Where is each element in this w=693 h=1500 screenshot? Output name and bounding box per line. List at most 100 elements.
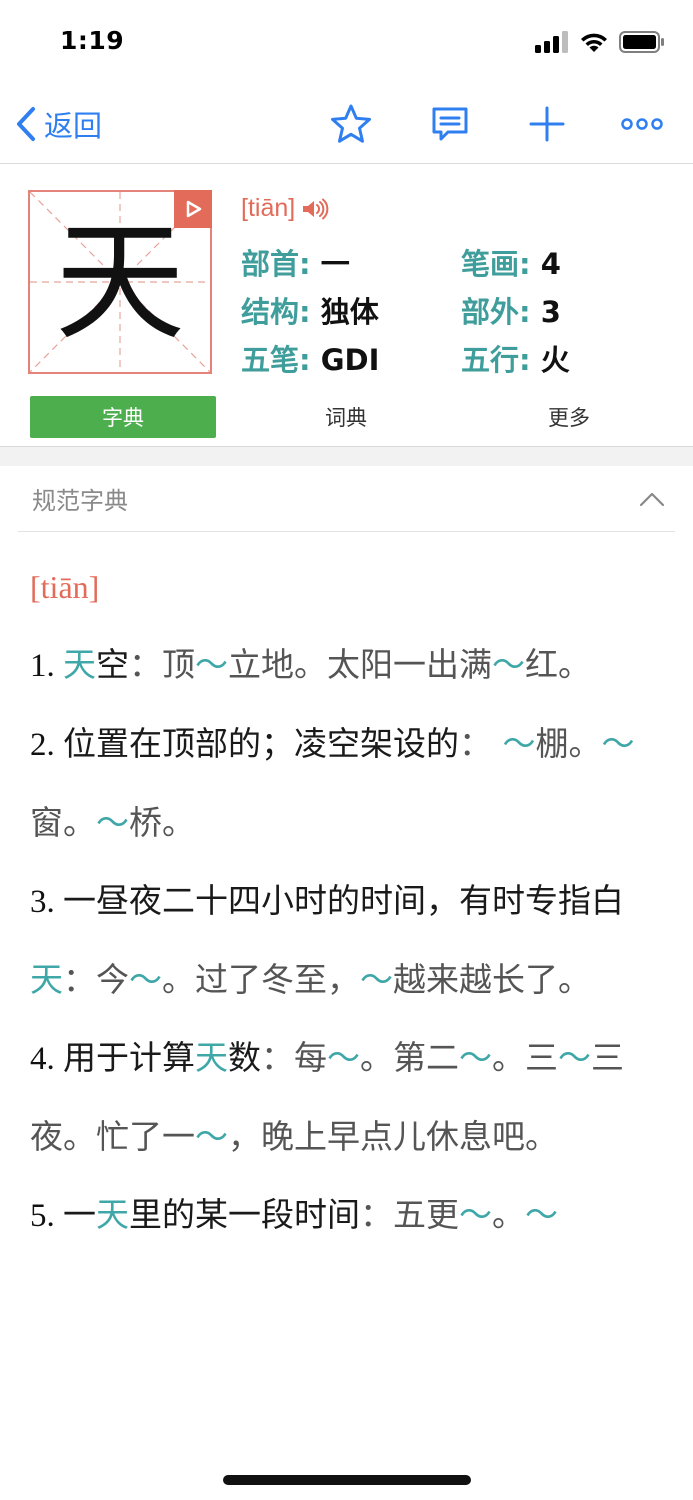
definition-text: 里的某一段时间 [129, 1195, 360, 1234]
status-bar: 1:19 [0, 0, 693, 86]
highlight-text: ～ [459, 1038, 492, 1077]
highlight-text: 天 [63, 645, 96, 684]
highlight-text: 天 [96, 1195, 129, 1234]
highlight-text: ～ [525, 1195, 558, 1234]
definition-list: 1. 天空：顶～立地。太阳一出满～红。 2. 位置在顶部的；凌空架设的： ～棚。～… [30, 626, 670, 1255]
definition-item: 4. 用于计算天数：每～。第二～。三～三夜。忙了一～，晚上早点儿休息吧。 [30, 1019, 670, 1176]
definition-text: 窗。 [30, 803, 96, 842]
character-box[interactable]: 天 [28, 190, 212, 374]
highlight-text: ～ [327, 1038, 360, 1077]
definition-text: 越来越长了。 [393, 960, 591, 999]
character-panel: 天 [tiān] 部首: 一 笔画: 4 结构: 独体 部外: 3 五笔: GD… [0, 164, 693, 446]
definition-text: 数 [228, 1038, 261, 1077]
definition-text: 空 [96, 645, 129, 684]
definition-text: 红。 [525, 645, 591, 684]
info-row: 结构: 独体 部外: 3 [241, 286, 681, 334]
tab-zidian[interactable]: 字典 [30, 396, 216, 438]
definition-text: 。三 [492, 1038, 558, 1077]
highlight-text: 天 [30, 960, 63, 999]
definition-text: 用于计算 [63, 1038, 195, 1077]
definition-text: 。过了冬至， [162, 960, 360, 999]
definition-text: ： [360, 1195, 393, 1234]
tab-more[interactable]: 更多 [476, 396, 662, 438]
entry-pinyin: [tiān] [30, 569, 100, 605]
info-structure: 结构: 独体 [241, 295, 379, 329]
character-info-grid: 部首: 一 笔画: 4 结构: 独体 部外: 3 五笔: GDI 五行: 火 [241, 238, 681, 382]
definition-content: [tiān] 1. 天空：顶～立地。太阳一出满～红。 2. 位置在顶部的；凌空架设… [30, 548, 670, 1255]
definition-text: 每 [294, 1038, 327, 1077]
info-row: 部首: 一 笔画: 4 [241, 238, 681, 286]
back-button[interactable]: 返回 [14, 104, 102, 144]
info-strokes: 笔画: 4 [461, 247, 561, 281]
plus-icon [529, 106, 565, 142]
definition-text: ： [261, 1038, 294, 1077]
info-radical: 部首: 一 [241, 247, 350, 281]
definition-text: 顶 [162, 645, 195, 684]
definition-item: 3. 一昼夜二十四小时的时间，有时专指白天：今～。过了冬至，～越来越长了。 [30, 862, 670, 1019]
speaker-icon[interactable] [301, 198, 329, 220]
definition-item: 2. 位置在顶部的；凌空架设的： ～棚。～窗。～桥。 [30, 705, 670, 862]
highlight-text: ～ [558, 1038, 591, 1077]
highlight-text: ～ [459, 1195, 492, 1234]
definition-text: 立地。太阳一出满 [228, 645, 492, 684]
star-icon [331, 104, 371, 143]
definition-text: 。 [492, 1195, 525, 1234]
play-stroke-button[interactable] [174, 190, 212, 228]
info-wuxing: 五行: 火 [461, 343, 570, 377]
definition-item: 5. 一天里的某一段时间：五更～。～ [30, 1176, 670, 1255]
definition-text: ： [459, 724, 492, 763]
chevron-up-icon[interactable] [639, 491, 665, 507]
definition-text: 。第二 [360, 1038, 459, 1077]
definition-number: 4. [30, 1041, 63, 1077]
chevron-left-icon [17, 107, 35, 141]
back-label: 返回 [44, 109, 103, 143]
definition-number: 3. [30, 884, 63, 920]
info-row: 五笔: GDI 五行: 火 [241, 334, 681, 382]
pinyin-text: [tiān] [241, 194, 296, 222]
definition-text: ，晚上早点儿休息吧。 [228, 1117, 558, 1156]
info-extra-strokes: 部外: 3 [461, 295, 561, 329]
dictionary-tabs: 字典 词典 更多 [30, 396, 670, 438]
definition-text: 今 [96, 960, 129, 999]
comment-button[interactable] [428, 102, 472, 146]
highlight-text: ～ [492, 645, 525, 684]
definition-number: 2. [30, 727, 63, 763]
highlight-text: ～ [96, 803, 129, 842]
highlight-text: ～ [601, 724, 635, 763]
info-wubi: 五笔: GDI [241, 343, 380, 377]
status-icons [535, 31, 665, 53]
definition-text: 棚。 [535, 724, 602, 763]
more-dots-icon [621, 118, 663, 130]
definition-text: 桥。 [129, 803, 195, 842]
highlight-text: ～ [360, 960, 393, 999]
definition-number: 5. [30, 1198, 63, 1234]
play-icon [186, 200, 202, 218]
pinyin-row: [tiān] [241, 194, 329, 223]
section-title: 规范字典 [32, 487, 128, 515]
battery-icon [619, 31, 664, 53]
favorite-button[interactable] [329, 102, 373, 146]
cellular-signal-icon [535, 31, 568, 53]
definition-text: 一昼夜二十四小时的时间，有时专指白 [63, 881, 624, 920]
definition-number: 1. [30, 648, 63, 684]
highlight-text: ～ [195, 1117, 228, 1156]
definition-text: ： [129, 645, 162, 684]
section-divider [0, 446, 693, 466]
definition-text: 一 [63, 1195, 96, 1234]
add-button[interactable] [525, 102, 569, 146]
tab-cidian[interactable]: 词典 [253, 396, 439, 438]
home-indicator [223, 1475, 471, 1485]
definition-text: 位置在顶部的；凌空架设的 [63, 724, 459, 763]
definition-text: 五更 [393, 1195, 459, 1234]
highlight-text: ～ [492, 724, 536, 763]
more-button[interactable] [620, 102, 664, 146]
status-time: 1:19 [60, 26, 125, 55]
comment-icon [432, 107, 468, 141]
highlight-text: ～ [195, 645, 228, 684]
highlight-text: ～ [129, 960, 162, 999]
highlight-text: 天 [195, 1038, 228, 1077]
wifi-icon [581, 33, 607, 52]
navigation-bar: 返回 [0, 86, 693, 164]
section-header[interactable]: 规范字典 [18, 466, 675, 532]
definition-text: ： [63, 960, 96, 999]
